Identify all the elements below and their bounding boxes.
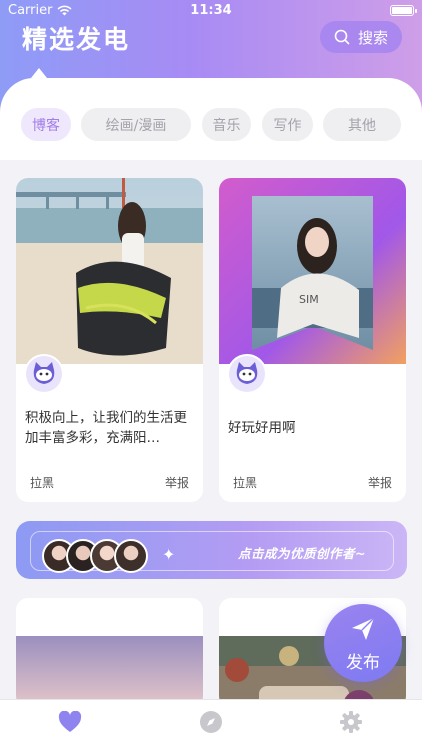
category-writing[interactable]: 写作 xyxy=(262,108,313,141)
category-blog[interactable]: 博客 xyxy=(21,108,71,141)
category-drawing-comic[interactable]: 绘画/漫画 xyxy=(81,108,191,141)
banner-text: 点击成为优质创作者~ xyxy=(238,546,366,561)
post-image-beach-jetski xyxy=(16,178,203,364)
post-text: 积极向上，让我们的生活更加丰富多彩，充满阳… xyxy=(25,410,187,446)
tab-discover[interactable] xyxy=(197,708,225,736)
category-tabs: 博客 绘画/漫画 音乐 写作 其他 xyxy=(0,108,422,142)
heart-icon xyxy=(58,711,82,732)
sparkle-icon: ✦ xyxy=(162,545,176,564)
report-button[interactable]: 举报 xyxy=(368,474,392,491)
compass-icon xyxy=(200,711,222,733)
cat-avatar-icon xyxy=(229,356,265,392)
gear-icon xyxy=(340,711,362,733)
publish-button[interactable]: 发布 xyxy=(324,604,402,682)
tab-bar xyxy=(0,699,422,750)
post-card[interactable] xyxy=(16,598,203,708)
become-creator-banner[interactable]: ✦ 点击成为优质创作者~ xyxy=(16,521,407,579)
cat-avatar-icon xyxy=(26,356,62,392)
status-bar: Carrier 11:34 xyxy=(0,0,422,22)
search-button[interactable]: 搜索 xyxy=(320,21,402,53)
send-icon xyxy=(352,617,375,640)
post-card[interactable]: 积极向上，让我们的生活更加丰富多彩，充满阳… 拉黑 举报 xyxy=(16,178,203,502)
battery-icon xyxy=(390,5,417,16)
tab-home[interactable] xyxy=(56,708,84,736)
search-icon xyxy=(334,29,350,45)
category-music[interactable]: 音乐 xyxy=(202,108,251,141)
sheet-notch xyxy=(31,68,47,78)
avatar[interactable] xyxy=(227,354,267,394)
status-time: 11:34 xyxy=(190,3,232,18)
search-label: 搜索 xyxy=(357,28,388,47)
post-card[interactable]: SIM 好玩好用啊 拉黑 举报 xyxy=(219,178,406,502)
block-button[interactable]: 拉黑 xyxy=(233,474,257,491)
block-button[interactable]: 拉黑 xyxy=(30,474,54,491)
report-button[interactable]: 举报 xyxy=(165,474,189,491)
post-image-sunset-sea xyxy=(16,636,203,708)
page-title: 精选发电 xyxy=(22,25,131,54)
publish-label: 发布 xyxy=(346,653,380,673)
svg-text:SIM: SIM xyxy=(299,293,319,306)
category-other[interactable]: 其他 xyxy=(323,108,401,141)
banner-avatar xyxy=(114,539,148,573)
tab-settings[interactable] xyxy=(337,708,365,736)
post-image-girl-portrait: SIM xyxy=(219,178,406,364)
avatar[interactable] xyxy=(24,354,64,394)
post-text: 好玩好用啊 xyxy=(228,420,296,436)
